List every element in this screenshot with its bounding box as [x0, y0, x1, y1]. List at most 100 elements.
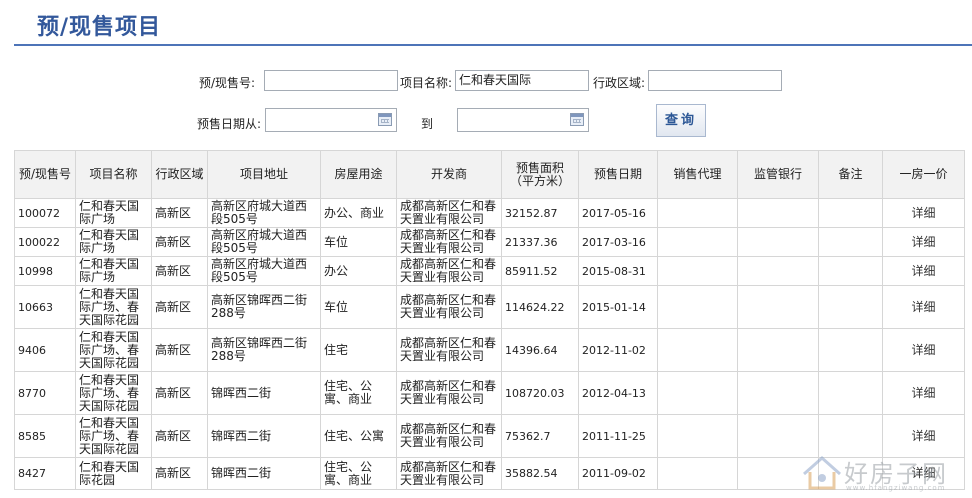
- district-cell: 高新区: [151, 328, 208, 372]
- presale-no-cell: 9406: [14, 328, 76, 372]
- developer-cell: 成都高新区仁和春天置业有限公司: [396, 285, 502, 329]
- house-logo-icon: [803, 455, 841, 490]
- usage-cell: 住宅、公寓、商业: [320, 457, 397, 490]
- developer-cell: 成都高新区仁和春天置业有限公司: [396, 457, 502, 490]
- project-name-cell: 仁和春天国际广场: [75, 256, 152, 286]
- address-cell: 锦晖西二街: [207, 457, 321, 490]
- presale-no-cell: 10998: [14, 256, 76, 286]
- address-cell: 高新区锦晖西二街288号: [207, 285, 321, 329]
- project-name-cell: 仁和春天国际广场: [75, 198, 152, 228]
- address-cell: 高新区府城大道西段505号: [207, 198, 321, 228]
- area-cell: 75362.7: [501, 414, 579, 458]
- col-header: 项目名称: [75, 150, 152, 199]
- developer-cell: 成都高新区仁和春天置业有限公司: [396, 227, 502, 257]
- query-button[interactable]: 查询: [656, 104, 706, 137]
- date-cell: 2011-11-25: [578, 414, 658, 458]
- project-name-cell: 仁和春天国际花园: [75, 457, 152, 490]
- date-cell: 2012-04-13: [578, 371, 658, 415]
- district-cell: 高新区: [151, 285, 208, 329]
- bank-cell: [737, 371, 819, 415]
- detail-link[interactable]: 详细: [882, 285, 965, 329]
- col-header: 行政区域: [151, 150, 208, 199]
- detail-link[interactable]: 详细: [882, 256, 965, 286]
- remark-cell: [818, 227, 883, 257]
- table-row: 8770 仁和春天国际广场、春天国际花园 高新区 锦晖西二街 住宅、公寓、商业 …: [14, 371, 965, 415]
- project-name-cell: 仁和春天国际广场、春天国际花园: [75, 328, 152, 372]
- developer-cell: 成都高新区仁和春天置业有限公司: [396, 198, 502, 228]
- bank-cell: [737, 285, 819, 329]
- district-cell: 高新区: [151, 414, 208, 458]
- address-cell: 锦晖西二街: [207, 414, 321, 458]
- district-cell: 高新区: [151, 198, 208, 228]
- col-header: 预/现售号: [14, 150, 76, 199]
- calendar-icon[interactable]: [378, 113, 392, 126]
- agent-cell: [657, 227, 738, 257]
- presale-no-cell: 100072: [14, 198, 76, 228]
- table-header-row: 预/现售号 项目名称 行政区域 项目地址 房屋用途 开发商 预售面积（平方米） …: [14, 150, 965, 199]
- col-header: 一房一价: [882, 150, 965, 199]
- project-name-cell: 仁和春天国际广场、春天国际花园: [75, 371, 152, 415]
- date-from-input[interactable]: [265, 108, 397, 132]
- bank-cell: [737, 227, 819, 257]
- remark-cell: [818, 371, 883, 415]
- date-cell: 2015-01-14: [578, 285, 658, 329]
- address-cell: 高新区锦晖西二街288号: [207, 328, 321, 372]
- detail-link[interactable]: 详细: [882, 328, 965, 372]
- agent-cell: [657, 414, 738, 458]
- presale-no-input[interactable]: [264, 70, 398, 91]
- table-row: 10663 仁和春天国际广场、春天国际花园 高新区 高新区锦晖西二街288号 车…: [14, 285, 965, 329]
- address-cell: 锦晖西二街: [207, 371, 321, 415]
- usage-cell: 办公: [320, 256, 397, 286]
- table-row: 10998 仁和春天国际广场 高新区 高新区府城大道西段505号 办公 成都高新…: [14, 256, 965, 286]
- site-watermark: 好房子网 www.hfangziwang.com: [800, 450, 970, 496]
- date-cell: 2012-11-02: [578, 328, 658, 372]
- project-name-cell: 仁和春天国际广场、春天国际花园: [75, 414, 152, 458]
- project-name-input[interactable]: 仁和春天国际: [455, 70, 589, 91]
- remark-cell: [818, 285, 883, 329]
- area-cell: 35882.54: [501, 457, 579, 490]
- presale-no-cell: 8427: [14, 457, 76, 490]
- area-cell: 85911.52: [501, 256, 579, 286]
- results-table: 预/现售号 项目名称 行政区域 项目地址 房屋用途 开发商 预售面积（平方米） …: [14, 150, 965, 490]
- page-title: 预/现售项目: [37, 14, 162, 40]
- usage-cell: 办公、商业: [320, 198, 397, 228]
- date-cell: 2017-03-16: [578, 227, 658, 257]
- date-cell: 2015-08-31: [578, 256, 658, 286]
- project-name-cell: 仁和春天国际广场: [75, 227, 152, 257]
- district-cell: 高新区: [151, 256, 208, 286]
- project-name-cell: 仁和春天国际广场、春天国际花园: [75, 285, 152, 329]
- remark-cell: [818, 256, 883, 286]
- remark-cell: [818, 328, 883, 372]
- agent-cell: [657, 256, 738, 286]
- calendar-icon[interactable]: [570, 113, 584, 126]
- usage-cell: 车位: [320, 285, 397, 329]
- col-header: 房屋用途: [320, 150, 397, 199]
- address-cell: 高新区府城大道西段505号: [207, 256, 321, 286]
- col-header: 开发商: [396, 150, 502, 199]
- address-cell: 高新区府城大道西段505号: [207, 227, 321, 257]
- agent-cell: [657, 371, 738, 415]
- district-cell: 高新区: [151, 371, 208, 415]
- detail-link[interactable]: 详细: [882, 371, 965, 415]
- col-header: 销售代理: [657, 150, 738, 199]
- presale-no-cell: 100022: [14, 227, 76, 257]
- watermark-url: www.hfangziwang.com: [846, 484, 946, 492]
- project-name-label: 项目名称:: [400, 76, 453, 90]
- date-cell: 2011-09-02: [578, 457, 658, 490]
- table-row: 100072 仁和春天国际广场 高新区 高新区府城大道西段505号 办公、商业 …: [14, 198, 965, 228]
- district-cell: 高新区: [151, 457, 208, 490]
- detail-link[interactable]: 详细: [882, 227, 965, 257]
- agent-cell: [657, 285, 738, 329]
- area-cell: 114624.22: [501, 285, 579, 329]
- area-cell: 108720.03: [501, 371, 579, 415]
- col-header: 监管银行: [737, 150, 819, 199]
- agent-cell: [657, 328, 738, 372]
- area-cell: 21337.36: [501, 227, 579, 257]
- remark-cell: [818, 198, 883, 228]
- developer-cell: 成都高新区仁和春天置业有限公司: [396, 328, 502, 372]
- date-from-label: 预售日期从:: [197, 117, 262, 131]
- detail-link[interactable]: 详细: [882, 198, 965, 228]
- date-to-input[interactable]: [457, 108, 589, 132]
- title-divider: [14, 44, 972, 46]
- district-input[interactable]: [648, 70, 782, 91]
